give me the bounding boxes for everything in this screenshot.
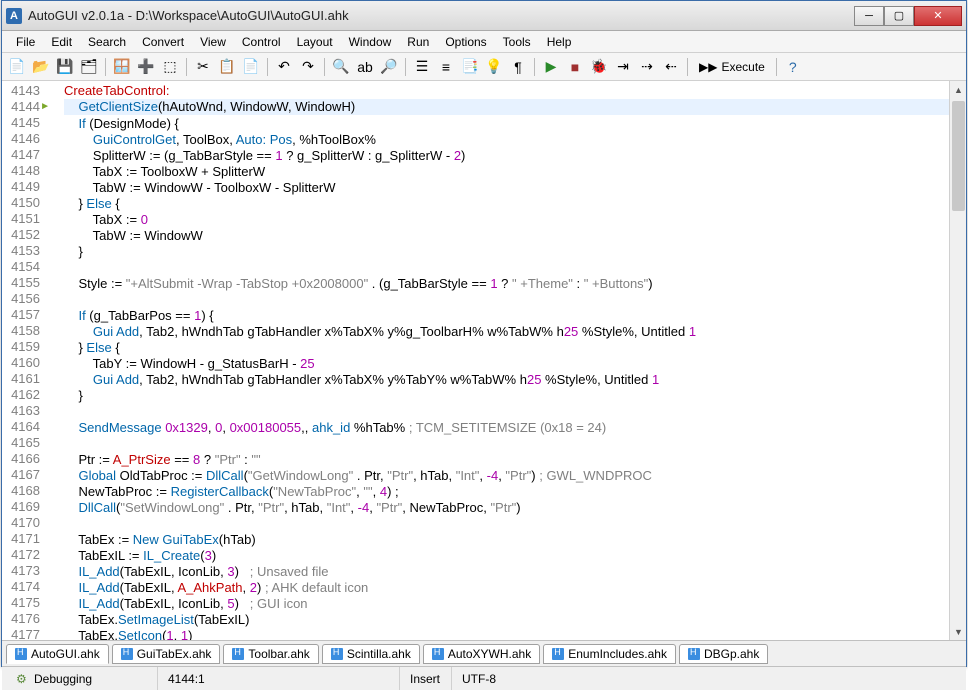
menu-search[interactable]: Search [80,33,134,51]
app-icon: A [6,8,22,24]
menu-convert[interactable]: Convert [134,33,192,51]
status-bar: ⚙ Debugging 4144:1 Insert UTF-8 [2,666,966,690]
execute-button[interactable]: ▶▶Execute [693,56,771,78]
autocomplete-button[interactable]: 📑 [459,56,481,78]
tip-button[interactable]: 💡 [483,56,505,78]
menu-run[interactable]: Run [399,33,437,51]
code-area[interactable]: CreateTabControl: GetClientSize(hAutoWnd… [46,81,949,640]
menu-tools[interactable]: Tools [495,33,539,51]
var-list-button[interactable]: ≡ [435,56,457,78]
file-tab-label: Toolbar.ahk [248,647,309,661]
title-bar: A AutoGUI v2.0.1a - D:\Workspace\AutoGUI… [2,1,966,31]
layout-button[interactable]: ⬚ [159,56,181,78]
file-tab-label: Scintilla.ahk [347,647,411,661]
debug-button[interactable]: 🐞 [588,56,610,78]
menu-help[interactable]: Help [539,33,580,51]
file-icon [15,648,27,660]
file-tab[interactable]: GuiTabEx.ahk [112,644,221,664]
toolbar: 📄 📂 💾 🗂 🪟 ➕ ⬚ ✂ 📋 📄 ↶ ↷ 🔍 ab 🔎 ☰ ≡ 📑 💡 ¶… [2,53,966,81]
menu-window[interactable]: Window [341,33,400,51]
scrollbar-thumb[interactable] [952,101,965,211]
step-into-button[interactable]: ⇥ [612,56,634,78]
menu-view[interactable]: View [192,33,234,51]
status-state: Debugging [34,672,92,686]
add-control-button[interactable]: ➕ [135,56,157,78]
file-icon [232,648,244,660]
file-tab[interactable]: AutoGUI.ahk [6,644,109,664]
menu-layout[interactable]: Layout [289,33,341,51]
copy-button[interactable]: 📋 [216,56,238,78]
paste-button[interactable]: 📄 [240,56,262,78]
scroll-up-icon[interactable]: ▲ [950,81,967,98]
replace-button[interactable]: ab [354,56,376,78]
save-button[interactable]: 💾 [54,56,76,78]
step-over-button[interactable]: ⇢ [636,56,658,78]
file-tab[interactable]: DBGp.ahk [679,644,768,664]
tab-strip: AutoGUI.ahk GuiTabEx.ahk Toolbar.ahk Scinti… [2,640,966,666]
editor[interactable]: 4143414441454146414741484149415041514152… [2,81,966,640]
status-encoding: UTF-8 [462,672,496,686]
find-button[interactable]: 🔍 [330,56,352,78]
help-button[interactable]: ? [782,56,804,78]
file-tab[interactable]: Scintilla.ahk [322,644,420,664]
menu-control[interactable]: Control [234,33,289,51]
window-title: AutoGUI v2.0.1a - D:\Workspace\AutoGUI\A… [28,8,854,23]
scroll-down-icon[interactable]: ▼ [950,623,967,640]
file-icon [552,648,564,660]
minimize-button[interactable]: ─ [854,6,884,26]
open-button[interactable]: 📂 [30,56,52,78]
maximize-button[interactable]: ▢ [884,6,914,26]
file-icon [688,648,700,660]
run-button[interactable]: ▶ [540,56,562,78]
new-button[interactable]: 📄 [6,56,28,78]
menu-file[interactable]: File [8,33,43,51]
find-files-button[interactable]: 🔎 [378,56,400,78]
file-icon [432,648,444,660]
status-cursor-pos: 4144:1 [168,672,205,686]
status-insert-mode: Insert [410,672,440,686]
file-tab-label: DBGp.ahk [704,647,759,661]
menu-options[interactable]: Options [437,33,494,51]
file-tab-label: AutoGUI.ahk [31,647,100,661]
vertical-scrollbar[interactable]: ▲ ▼ [949,81,966,640]
file-tab-label: GuiTabEx.ahk [137,647,212,661]
menu-bar: FileEditSearchConvertViewControlLayoutWi… [2,31,966,53]
line-gutter: 4143414441454146414741484149415041514152… [2,81,46,640]
file-tab[interactable]: AutoXYWH.ahk [423,644,540,664]
new-gui-button[interactable]: 🪟 [111,56,133,78]
cut-button[interactable]: ✂ [192,56,214,78]
file-icon [331,648,343,660]
bookmark-button[interactable]: ¶ [507,56,529,78]
func-list-button[interactable]: ☰ [411,56,433,78]
file-tab-label: AutoXYWH.ahk [448,647,531,661]
file-tab-label: EnumIncludes.ahk [568,647,667,661]
gear-icon: ⚙ [16,672,30,686]
close-button[interactable]: ✕ [914,6,962,26]
redo-button[interactable]: ↷ [297,56,319,78]
stop-button[interactable]: ■ [564,56,586,78]
file-icon [121,648,133,660]
file-tab[interactable]: Toolbar.ahk [223,644,318,664]
menu-edit[interactable]: Edit [43,33,80,51]
undo-button[interactable]: ↶ [273,56,295,78]
step-out-button[interactable]: ⇠ [660,56,682,78]
file-tab[interactable]: EnumIncludes.ahk [543,644,676,664]
save-all-button[interactable]: 🗂 [78,56,100,78]
